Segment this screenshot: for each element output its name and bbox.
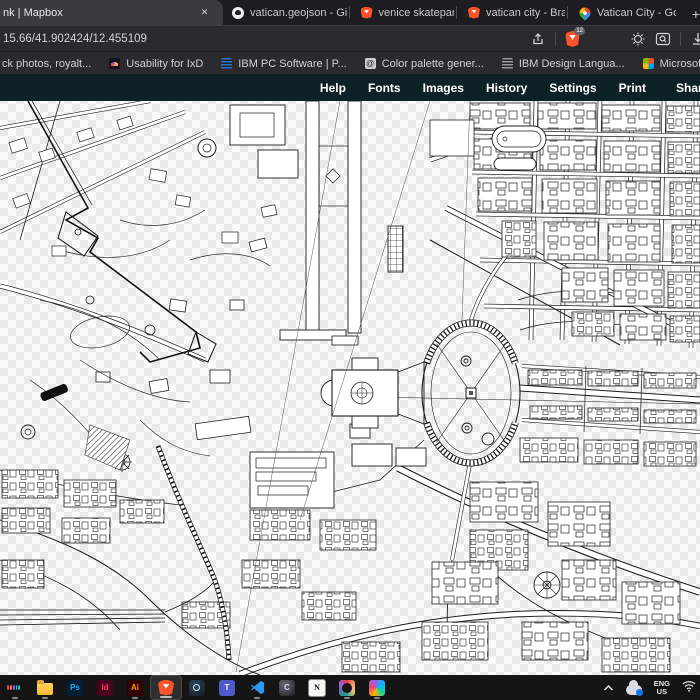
shield-badge: 12 (574, 27, 585, 35)
ibm-design-favicon (501, 58, 513, 69)
round-plaza (533, 571, 561, 599)
bookmark-label: Usability for IxD (126, 57, 204, 70)
menu-share-button[interactable]: Share (670, 81, 700, 95)
bookmark-stock-photos[interactable]: ck photos, royalt... (2, 58, 91, 70)
browser-window: nk | Mapbox ✕ vatican.geojson - GitHub v… (0, 0, 700, 700)
windows-taskbar: Ps Id Ai T C N ENG US (0, 675, 700, 700)
menu-settings[interactable]: Settings (549, 81, 596, 95)
bookmark-color-palette[interactable]: @ Color palette gener... (364, 57, 484, 70)
tab-title: nk | Mapbox (3, 6, 63, 19)
ixd-favicon (109, 58, 121, 69)
vscode-icon (249, 680, 265, 696)
taskbar-copilot[interactable] (362, 675, 392, 700)
menu-print[interactable]: Print (619, 81, 646, 95)
tab-mapbox[interactable]: nk | Mapbox ✕ (0, 0, 224, 25)
palette-favicon: @ (364, 58, 376, 69)
tab-separator (348, 6, 350, 19)
folder-icon (37, 680, 53, 695)
language-indicator[interactable]: ENG US (654, 679, 670, 696)
taskbar-cinema4d[interactable]: C (272, 675, 302, 700)
brave-favicon (467, 6, 480, 19)
language-bottom: US (656, 686, 668, 696)
google-maps-favicon (577, 4, 593, 21)
system-tray: ENG US (603, 675, 700, 700)
share-icon[interactable] (530, 31, 546, 47)
tab-title: venice skatepark blueprints - B (378, 6, 454, 19)
photoshop-icon: Ps (67, 679, 83, 696)
palette-extension-icon[interactable] (605, 31, 621, 47)
site-menubar: Help Fonts Images History Settings Print… (0, 74, 700, 101)
bookmarks-bar: ck photos, royalt... Usability for IxD I… (0, 51, 700, 75)
ibm-favicon (221, 58, 233, 69)
taskbar-figma[interactable] (0, 675, 30, 700)
close-tab-icon[interactable]: ✕ (198, 6, 211, 19)
bookmark-label: ck photos, royalt... (2, 57, 92, 70)
bookmark-ibm-pc[interactable]: IBM PC Software | P... (221, 57, 347, 70)
taskbar-indesign[interactable]: Id (90, 675, 120, 700)
map-canvas[interactable] (0, 99, 700, 678)
screenshot-search-icon[interactable] (655, 31, 671, 47)
tab-venice-skatepark[interactable]: venice skatepark blueprints - B (352, 0, 454, 25)
tray-chevron-icon[interactable] (603, 679, 614, 697)
taskbar-vscode[interactable] (242, 675, 272, 700)
tab-title: vatican city - Brave Search (485, 6, 565, 19)
bookmark-label: Color palette gener... (381, 57, 484, 70)
figma-icon (7, 680, 23, 696)
bookmark-label: Microsoft Windows... (659, 57, 700, 70)
new-tab-button[interactable]: + (692, 6, 700, 22)
tab-separator (566, 6, 568, 19)
menu-help[interactable]: Help (320, 81, 346, 95)
starburst-extension-icon[interactable] (630, 31, 646, 47)
tab-google-maps[interactable]: Vatican City - Google Maps (570, 0, 676, 25)
bookmark-ibm-design[interactable]: IBM Design Langua... (501, 57, 625, 70)
brave-icon (158, 679, 174, 696)
bookmark-label: IBM PC Software | P... (238, 57, 347, 70)
copilot-icon (369, 679, 385, 696)
taskbar-brave[interactable] (150, 675, 182, 700)
bookmark-usability-ixd[interactable]: Usability for IxD (109, 58, 203, 70)
cinema4d-icon: C (279, 679, 295, 696)
menu-images[interactable]: Images (423, 81, 464, 95)
tab-github[interactable]: vatican.geojson - GitHub (223, 0, 347, 25)
teams-icon: T (219, 679, 235, 696)
sistine-chapel (331, 335, 359, 346)
tab-title: vatican.geojson - GitHub (250, 6, 347, 19)
indesign-icon: Id (97, 679, 113, 696)
download-icon[interactable] (690, 31, 700, 47)
vatican-line-map (0, 99, 700, 678)
brave-favicon (360, 6, 373, 19)
taskbar-notion[interactable]: N (302, 675, 332, 700)
taskbar-creative-cloud[interactable] (332, 675, 362, 700)
taskbar-illustrator[interactable]: Ai (120, 675, 150, 700)
menu-history[interactable]: History (486, 81, 527, 95)
tab-strip: nk | Mapbox ✕ vatican.geojson - GitHub v… (0, 0, 700, 25)
toolbar-separator (680, 32, 681, 46)
address-toolbar: 15.66/41.902424/12.455109 12 (0, 25, 700, 52)
wifi-icon[interactable] (682, 679, 696, 697)
toolbar-separator (555, 32, 556, 46)
obelisk-center (469, 391, 473, 395)
share-label: Share (676, 80, 700, 95)
illustrator-icon: Ai (127, 679, 143, 696)
url-field[interactable]: 15.66/41.902424/12.455109 (3, 33, 147, 45)
tab-title: Vatican City - Google Maps (596, 6, 676, 19)
tab-brave-search[interactable]: vatican city - Brave Search (459, 0, 565, 25)
brave-shield-icon[interactable]: 12 (565, 27, 585, 47)
taskbar-explorer[interactable] (30, 675, 60, 700)
steam-icon (189, 679, 205, 696)
windows-favicon (642, 58, 654, 69)
github-favicon (232, 6, 245, 19)
creative-cloud-icon (339, 679, 355, 696)
tab-separator (455, 6, 457, 19)
menu-fonts[interactable]: Fonts (368, 81, 401, 95)
onedrive-icon[interactable] (625, 679, 643, 696)
notion-icon: N (308, 678, 326, 697)
taskbar-photoshop[interactable]: Ps (60, 675, 90, 700)
taskbar-steam[interactable] (182, 675, 212, 700)
taskbar-teams[interactable]: T (212, 675, 242, 700)
bookmark-ms-windows[interactable]: Microsoft Windows... (642, 57, 700, 70)
bookmark-label: IBM Design Langua... (518, 57, 625, 70)
